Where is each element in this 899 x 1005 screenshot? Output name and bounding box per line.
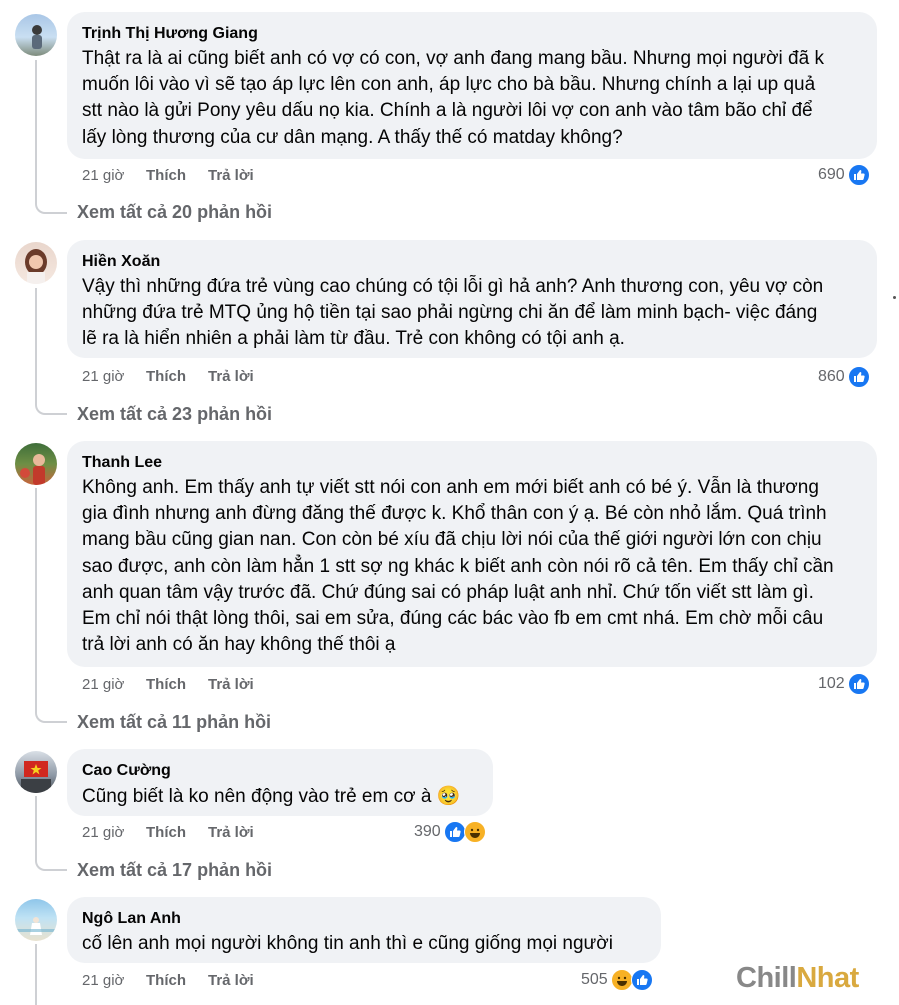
reaction-count: 102 <box>818 675 845 692</box>
comment-bubble: Cao Cường Cũng biết là ko nên động vào t… <box>67 749 493 816</box>
comment-text: cố lên anh mọi người không tin anh thì e… <box>82 933 613 954</box>
reaction-summary[interactable]: 690 <box>818 164 870 186</box>
reaction-summary[interactable]: 505 <box>581 969 653 991</box>
reaction-count: 690 <box>818 166 845 183</box>
comment-text: Thật ra là ai cũng biết anh có vợ có con… <box>82 48 824 148</box>
view-replies-link[interactable]: Xem tất cả 11 phản hồi <box>77 712 271 733</box>
haha-reaction-icon <box>463 821 486 843</box>
avatar[interactable] <box>15 443 57 485</box>
like-reaction-icon <box>630 969 653 991</box>
like-button[interactable]: Thích <box>146 824 208 841</box>
reply-button[interactable]: Trả lời <box>208 824 254 841</box>
reply-button[interactable]: Trả lời <box>208 972 254 989</box>
view-replies-link[interactable]: Xem tất cả 20 phản hồi <box>77 202 272 223</box>
reaction-count: 505 <box>581 971 608 988</box>
reaction-count: 390 <box>414 823 441 840</box>
thread-line <box>35 944 37 1005</box>
like-reaction-icon <box>847 164 870 186</box>
comment-bubble: Trịnh Thị Hương Giang Thật ra là ai cũng… <box>67 12 877 159</box>
comment-text: Vậy thì những đứa trẻ vùng cao chúng có … <box>82 276 824 350</box>
thread-elbow <box>35 857 67 871</box>
like-reaction-icon <box>443 821 466 843</box>
reaction-summary[interactable]: 860 <box>818 366 870 388</box>
reply-button[interactable]: Trả lời <box>208 167 254 184</box>
avatar-person-icon <box>25 249 47 284</box>
comment-text: Không anh. Em thấy anh tự viết stt nói c… <box>82 477 834 656</box>
watermark-logo: ChillNhat <box>736 962 859 995</box>
reply-button[interactable]: Trả lời <box>208 368 254 385</box>
comment-actions: 21 giờ Thích Trả lời <box>82 972 254 989</box>
reaction-count: 860 <box>818 368 845 385</box>
avatar-person-icon <box>32 25 42 49</box>
reply-button[interactable]: Trả lời <box>208 676 254 693</box>
comment-actions: 21 giờ Thích Trả lời <box>82 676 254 693</box>
comment-actions: 21 giờ Thích Trả lời <box>82 368 254 385</box>
avatar-person-icon <box>20 454 45 485</box>
thread-elbow <box>35 709 67 723</box>
comment-author[interactable]: Hiền Xoăn <box>82 252 863 272</box>
comment-author[interactable]: Cao Cường <box>82 761 479 781</box>
avatar-flag-icon <box>21 761 51 793</box>
comment-actions: 21 giờ Thích Trả lời <box>82 824 254 841</box>
comment-bubble: Ngô Lan Anh cố lên anh mọi người không t… <box>67 897 661 963</box>
like-button[interactable]: Thích <box>146 368 208 385</box>
comment-text: Cũng biết là ko nên động vào trẻ em cơ à… <box>82 783 479 810</box>
comment-author[interactable]: Trịnh Thị Hương Giang <box>82 24 863 44</box>
thread-line <box>35 288 37 403</box>
comment-time[interactable]: 21 giờ <box>82 972 146 989</box>
avatar[interactable] <box>15 751 57 793</box>
like-button[interactable]: Thích <box>146 972 208 989</box>
thread-line <box>35 60 37 202</box>
watermark-part-2: Nhat <box>796 962 859 994</box>
comment-bubble: Thanh Lee Không anh. Em thấy anh tự viết… <box>67 441 877 667</box>
view-replies-link[interactable]: Xem tất cả 23 phản hồi <box>77 404 272 425</box>
thread-elbow <box>35 200 67 214</box>
reaction-summary[interactable]: 390 <box>414 821 486 843</box>
avatar[interactable] <box>15 899 57 941</box>
comment-time[interactable]: 21 giờ <box>82 824 146 841</box>
avatar-person-icon <box>15 917 57 935</box>
comment-time[interactable]: 21 giờ <box>82 167 146 184</box>
avatar[interactable] <box>15 14 57 56</box>
view-replies-link[interactable]: Xem tất cả 17 phản hồi <box>77 860 272 881</box>
thread-line <box>35 796 37 859</box>
holding-back-tears-emoji: 🥹 <box>436 785 461 807</box>
like-button[interactable]: Thích <box>146 167 208 184</box>
more-options-icon[interactable] <box>893 296 896 299</box>
comment-time[interactable]: 21 giờ <box>82 368 146 385</box>
avatar[interactable] <box>15 242 57 284</box>
like-button[interactable]: Thích <box>146 676 208 693</box>
comment-bubble: Hiền Xoăn Vậy thì những đứa trẻ vùng cao… <box>67 240 877 358</box>
comment-author[interactable]: Ngô Lan Anh <box>82 909 647 929</box>
thread-line <box>35 488 37 711</box>
comment-text-content: Cũng biết là ko nên động vào trẻ em cơ à <box>82 786 432 807</box>
reaction-summary[interactable]: 102 <box>818 673 870 695</box>
haha-reaction-icon <box>610 969 633 991</box>
comment-time[interactable]: 21 giờ <box>82 676 146 693</box>
like-reaction-icon <box>847 673 870 695</box>
watermark-part-1: Chill <box>736 962 797 994</box>
comment-author[interactable]: Thanh Lee <box>82 453 863 473</box>
like-reaction-icon <box>847 366 870 388</box>
thread-elbow <box>35 401 67 415</box>
comment-actions: 21 giờ Thích Trả lời <box>82 167 254 184</box>
